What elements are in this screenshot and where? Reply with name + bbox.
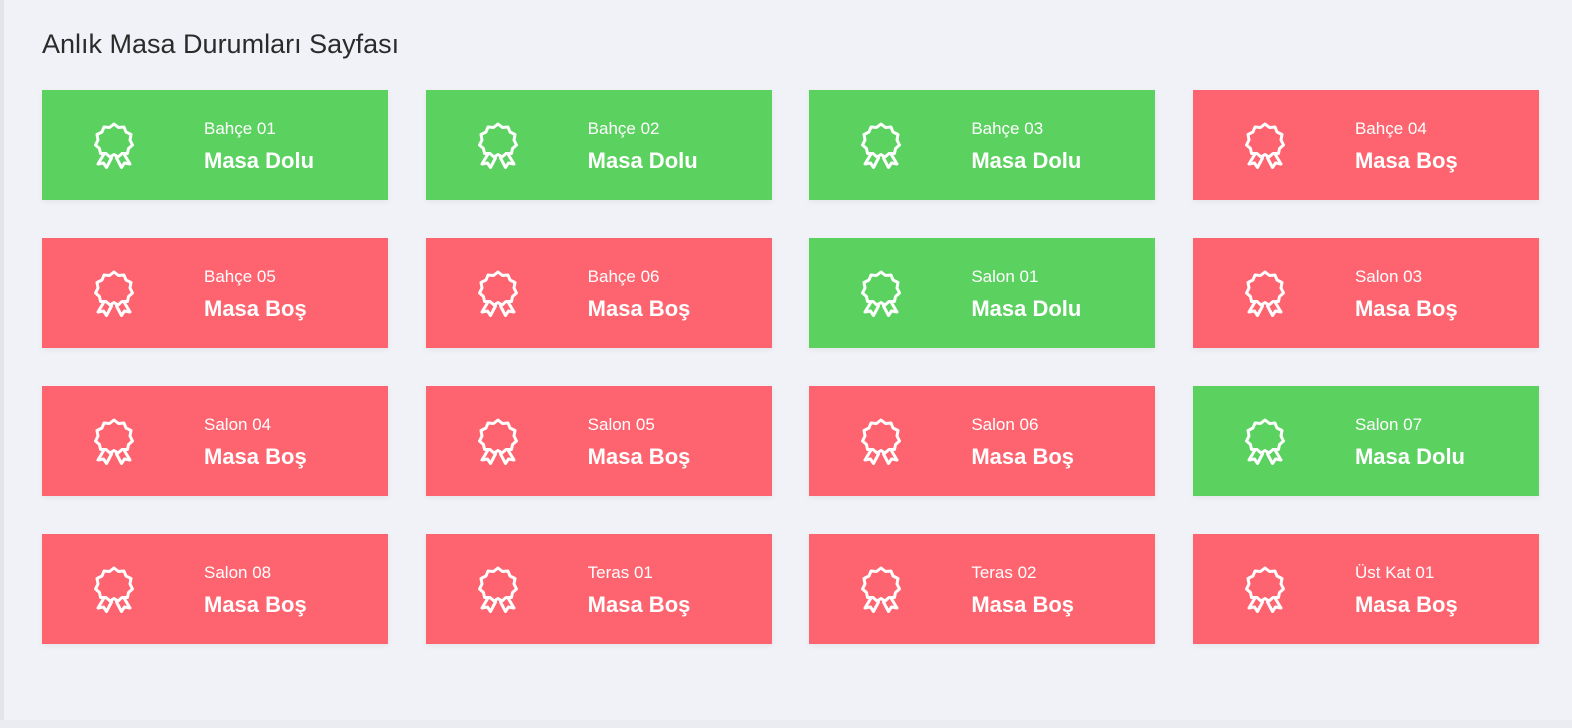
table-name: Salon 08 — [204, 563, 272, 582]
footer-edge — [0, 720, 1572, 728]
table-card-text: Salon 05 Masa Boş — [588, 415, 691, 470]
table-card-text: Bahçe 06 Masa Boş — [588, 267, 691, 322]
table-card-text: Bahçe 01 Masa Dolu — [204, 119, 314, 174]
table-card[interactable]: Salon 05 Masa Boş — [425, 386, 772, 496]
award-ribbon-icon — [1243, 565, 1287, 613]
award-ribbon-icon — [92, 417, 136, 465]
table-name: Teras 01 — [587, 563, 653, 582]
table-card-text: Bahçe 03 Masa Dolu — [971, 119, 1081, 174]
table-card-text: Bahçe 02 Masa Dolu — [588, 119, 698, 174]
award-ribbon-icon — [92, 269, 136, 317]
table-name: Bahçe 03 — [971, 119, 1044, 138]
award-ribbon-icon — [1243, 121, 1287, 169]
table-card[interactable]: Salon 01 Masa Dolu — [809, 238, 1156, 348]
table-status: Masa Dolu — [971, 148, 1082, 173]
table-card[interactable]: Salon 03 Masa Boş — [1192, 238, 1539, 348]
table-status: Masa Boş — [587, 592, 691, 617]
table-name: Bahçe 04 — [1354, 119, 1427, 138]
table-card[interactable]: Üst Kat 01 Masa Boş — [1192, 534, 1539, 644]
table-status: Masa Boş — [971, 592, 1075, 617]
award-ribbon-icon — [1243, 417, 1287, 465]
table-status: Masa Boş — [204, 444, 307, 469]
table-status: Masa Boş — [1354, 148, 1458, 173]
table-card-text: Bahçe 04 Masa Boş — [1355, 119, 1458, 174]
table-card[interactable]: Bahçe 02 Masa Dolu — [425, 90, 772, 200]
table-card[interactable]: Bahçe 03 Masa Dolu — [809, 90, 1156, 200]
table-card-text: Salon 07 Masa Dolu — [1355, 415, 1465, 470]
award-ribbon-icon — [859, 121, 903, 169]
award-ribbon-icon — [859, 269, 903, 317]
table-name: Salon 06 — [971, 415, 1039, 434]
table-grid: Bahçe 01 Masa Dolu Bahçe 02 Masa Dolu Ba… — [42, 90, 1539, 644]
table-card-text: Teras 01 Masa Boş — [588, 563, 691, 618]
table-name: Bahçe 01 — [204, 119, 276, 138]
table-card-text: Salon 01 Masa Dolu — [971, 267, 1081, 322]
table-card-text: Salon 08 Masa Boş — [204, 563, 307, 618]
table-name: Salon 05 — [587, 415, 655, 434]
table-card[interactable]: Bahçe 01 Masa Dolu — [42, 90, 388, 200]
award-ribbon-icon — [1243, 269, 1287, 317]
table-name: Bahçe 05 — [204, 267, 276, 286]
table-card-text: Salon 06 Masa Boş — [971, 415, 1074, 470]
sidebar-edge — [0, 0, 4, 728]
table-card[interactable]: Salon 04 Masa Boş — [42, 386, 388, 496]
table-card[interactable]: Bahçe 05 Masa Boş — [42, 238, 388, 348]
table-card[interactable]: Bahçe 04 Masa Boş — [1192, 90, 1539, 200]
award-ribbon-icon — [92, 565, 136, 613]
table-name: Teras 02 — [971, 563, 1037, 582]
table-name: Salon 01 — [971, 267, 1039, 286]
award-ribbon-icon — [92, 121, 136, 169]
table-status: Masa Dolu — [204, 148, 315, 173]
table-status: Masa Boş — [204, 296, 307, 321]
table-card[interactable]: Salon 06 Masa Boş — [809, 386, 1156, 496]
page-title: Anlık Masa Durumları Sayfası — [42, 29, 400, 59]
award-ribbon-icon — [859, 565, 903, 613]
award-ribbon-icon — [476, 565, 520, 613]
table-name: Salon 03 — [1354, 267, 1423, 286]
table-name: Bahçe 02 — [587, 119, 660, 138]
table-name: Üst Kat 01 — [1354, 563, 1435, 582]
table-status: Masa Dolu — [1354, 444, 1465, 469]
table-card-text: Salon 04 Masa Boş — [204, 415, 307, 470]
table-card[interactable]: Teras 01 Masa Boş — [425, 534, 772, 644]
award-ribbon-icon — [476, 269, 520, 317]
table-card-text: Bahçe 05 Masa Boş — [204, 267, 307, 322]
table-status: Masa Boş — [971, 444, 1075, 469]
table-card-text: Teras 02 Masa Boş — [971, 563, 1074, 618]
table-status: Masa Boş — [204, 592, 307, 617]
table-card[interactable]: Salon 08 Masa Boş — [42, 534, 388, 644]
table-status: Masa Dolu — [587, 148, 698, 173]
table-card-text: Üst Kat 01 Masa Boş — [1355, 563, 1458, 618]
table-status: Masa Boş — [1354, 296, 1458, 321]
table-card-text: Salon 03 Masa Boş — [1355, 267, 1458, 322]
table-status: Masa Boş — [587, 444, 691, 469]
award-ribbon-icon — [476, 121, 520, 169]
table-name: Salon 04 — [204, 415, 272, 434]
table-name: Bahçe 06 — [587, 267, 660, 286]
award-ribbon-icon — [859, 417, 903, 465]
table-status: Masa Boş — [587, 296, 691, 321]
table-card[interactable]: Teras 02 Masa Boş — [809, 534, 1156, 644]
table-card[interactable]: Bahçe 06 Masa Boş — [425, 238, 772, 348]
table-status: Masa Dolu — [971, 296, 1082, 321]
table-card[interactable]: Salon 07 Masa Dolu — [1192, 386, 1539, 496]
table-name: Salon 07 — [1354, 415, 1423, 434]
award-ribbon-icon — [476, 417, 520, 465]
table-status: Masa Boş — [1354, 592, 1458, 617]
